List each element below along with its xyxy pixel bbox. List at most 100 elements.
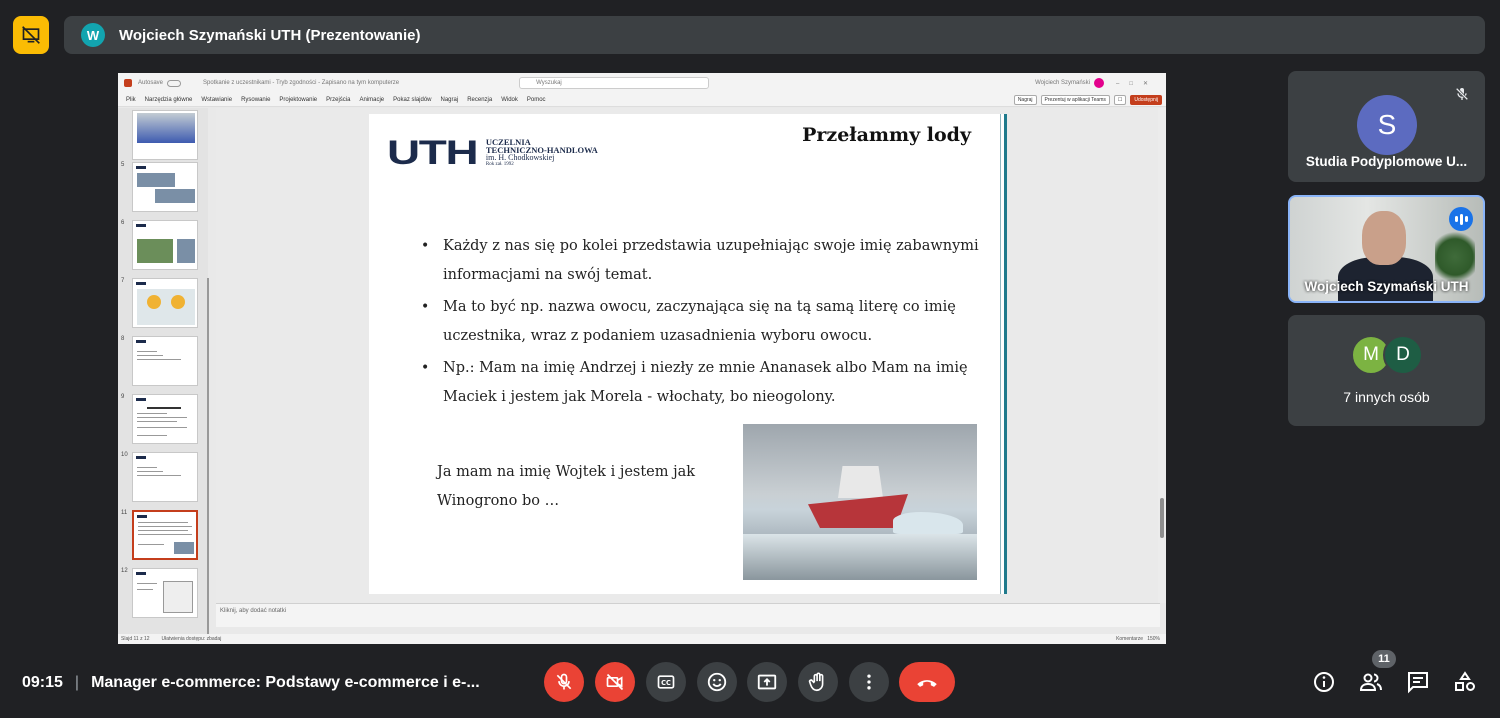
scroll-thumb[interactable]: [1160, 498, 1164, 538]
ppt-user[interactable]: Wojciech Szymański: [1035, 78, 1104, 88]
current-slide[interactable]: UTH UCZELNIA TECHNICZNO-HANDLOWA im. H. …: [369, 114, 1007, 594]
thumb-text-line: [137, 589, 153, 590]
thumbnail[interactable]: 11: [118, 510, 208, 560]
autosave-label: Autosave: [138, 80, 164, 86]
editor-scrollbar[interactable]: [1158, 108, 1166, 603]
chat-button[interactable]: [1406, 670, 1430, 694]
thumbnail-slide[interactable]: [132, 452, 198, 502]
menu-item[interactable]: Nagraj: [441, 97, 459, 103]
meeting-name: Manager e-commerce: Podstawy e-commerce …: [91, 674, 480, 691]
window-controls[interactable]: –□✕: [1116, 80, 1158, 87]
menu-item[interactable]: Rysowanie: [241, 97, 270, 103]
thumb-text-line: [138, 530, 188, 531]
bullet-item: Ma to być np. nazwa owocu, zaczynająca s…: [421, 293, 981, 351]
more-options-button[interactable]: [849, 662, 889, 702]
thumb-logo: [136, 224, 146, 227]
menu-item[interactable]: Plik: [126, 97, 136, 103]
participant-tile-active[interactable]: Wojciech Szymański UTH: [1288, 195, 1485, 303]
thumb-text-line: [137, 351, 157, 352]
meeting-info: 09:15 | Manager e-commerce: Podstawy e-c…: [22, 674, 480, 692]
participant-tile[interactable]: S Studia Podyplomowe U...: [1288, 71, 1485, 182]
shared-screen: Autosave Spotkanie z uczestnikami - Tryb…: [118, 73, 1166, 644]
zoom-level[interactable]: Komentarze 150%: [1116, 636, 1160, 642]
captions-button[interactable]: CC: [646, 662, 686, 702]
thumb-logo: [136, 166, 146, 169]
thumbnail[interactable]: 10: [118, 452, 208, 502]
iceberg: [893, 512, 963, 534]
thumbnail-slide[interactable]: [132, 220, 198, 270]
hangup-icon: [917, 680, 937, 687]
thumb-logo: [136, 340, 146, 343]
menu-item[interactable]: Przejścia: [326, 97, 350, 103]
thumbnail[interactable]: 9: [118, 394, 208, 444]
raise-hand-button[interactable]: [798, 662, 838, 702]
share-button[interactable]: Udostępnij: [1130, 94, 1162, 105]
leave-call-button[interactable]: [899, 662, 955, 702]
menu-item[interactable]: Pokaz slajdów: [393, 97, 431, 103]
presentation-alert-button[interactable]: [13, 16, 49, 54]
thumbnail[interactable]: 8: [118, 336, 208, 386]
file-name: Spotkanie z uczestnikami - Tryb zgodnośc…: [203, 80, 400, 86]
thumbnail-slide[interactable]: [132, 162, 198, 212]
plant: [1435, 227, 1475, 287]
people-button[interactable]: [1359, 670, 1383, 694]
thumb-text-line: [137, 471, 163, 472]
thumb-logo: [136, 282, 146, 285]
zoom-value: 150%: [1147, 636, 1160, 642]
slide-accent-line: [1000, 114, 1001, 594]
thumb-image: [137, 239, 173, 263]
activities-button[interactable]: [1453, 670, 1477, 694]
thumb-image: [137, 113, 195, 143]
uth-logo-letters: UTH: [387, 134, 479, 172]
slide-bullets: Każdy z nas się po kolei przedstawia uzu…: [421, 232, 981, 415]
others-tile[interactable]: M D 7 innych osób: [1288, 315, 1485, 426]
thumbnail[interactable]: [118, 110, 208, 160]
comments-status: Komentarze: [1116, 636, 1144, 642]
thumbnail-slide[interactable]: [132, 278, 198, 328]
menu-item[interactable]: Narzędzia główne: [145, 97, 193, 103]
thumbnail-scrollbar[interactable]: [207, 278, 209, 638]
accessibility-status[interactable]: Ułatwienia dostępu: zbadaj: [162, 636, 222, 642]
thumbnail[interactable]: 5: [118, 162, 208, 212]
thumbnail-slide[interactable]: [132, 110, 198, 160]
autosave-toggle[interactable]: [167, 79, 182, 87]
menu-item[interactable]: Wstawianie: [201, 97, 232, 103]
menu-item[interactable]: Recenzja: [467, 97, 492, 103]
uth-logo: UTH UCZELNIA TECHNICZNO-HANDLOWA im. H. …: [387, 134, 598, 172]
thumbnail[interactable]: 7: [118, 278, 208, 328]
avatar: S: [1357, 95, 1417, 155]
thumbnail[interactable]: 6: [118, 220, 208, 270]
ppt-search-input[interactable]: Wyszukaj: [519, 77, 710, 89]
ppt-titlebar: Autosave Spotkanie z uczestnikami - Tryb…: [118, 73, 1166, 93]
thumbnail-slide[interactable]: [132, 394, 198, 444]
presenter-avatar: W: [81, 23, 105, 47]
menu-item[interactable]: Animacje: [359, 97, 384, 103]
record-button[interactable]: Nagraj: [1013, 94, 1037, 105]
slide-thumbnails: 5 6 7 8 9 10 11 12: [118, 108, 209, 638]
mic-toggle-button[interactable]: [544, 662, 584, 702]
menu-item[interactable]: Projektowanie: [279, 97, 317, 103]
camera-toggle-button[interactable]: [595, 662, 635, 702]
menu-item[interactable]: Pomoc: [527, 97, 546, 103]
present-teams-button[interactable]: Prezentuj w aplikacji Teams: [1040, 94, 1110, 105]
comments-button[interactable]: ☐: [1113, 94, 1127, 105]
ppt-ribbon-menu: Plik Narzędzia główne Wstawianie Rysowan…: [118, 93, 1166, 107]
thumb-text-line: [137, 355, 163, 356]
slide-answer-text: Ja mam na imię Wojtek i jestem jak Winog…: [437, 464, 696, 509]
menu-item[interactable]: Widok: [501, 97, 518, 103]
present-now-button[interactable]: [747, 662, 787, 702]
thumb-text-line: [138, 522, 188, 523]
reactions-button[interactable]: [697, 662, 737, 702]
thumb-text-line: [137, 583, 157, 584]
notes-pane[interactable]: Kliknij, aby dodać notatki: [216, 603, 1160, 627]
thumb-logo: [136, 398, 146, 401]
mic-off-icon: [556, 673, 572, 690]
thumbnail-slide[interactable]: [132, 336, 198, 386]
meeting-details-button[interactable]: [1312, 670, 1336, 694]
thumb-logo: [136, 572, 146, 575]
thumbnail-slide-active[interactable]: [132, 510, 198, 560]
ppt-statusbar: Slajd 11 z 12 Ułatwienia dostępu: zbadaj…: [118, 634, 1166, 644]
thumbnail[interactable]: 12: [118, 568, 208, 618]
thumbnail-slide[interactable]: [132, 568, 198, 618]
ppt-user-name: Wojciech Szymański: [1035, 80, 1090, 86]
